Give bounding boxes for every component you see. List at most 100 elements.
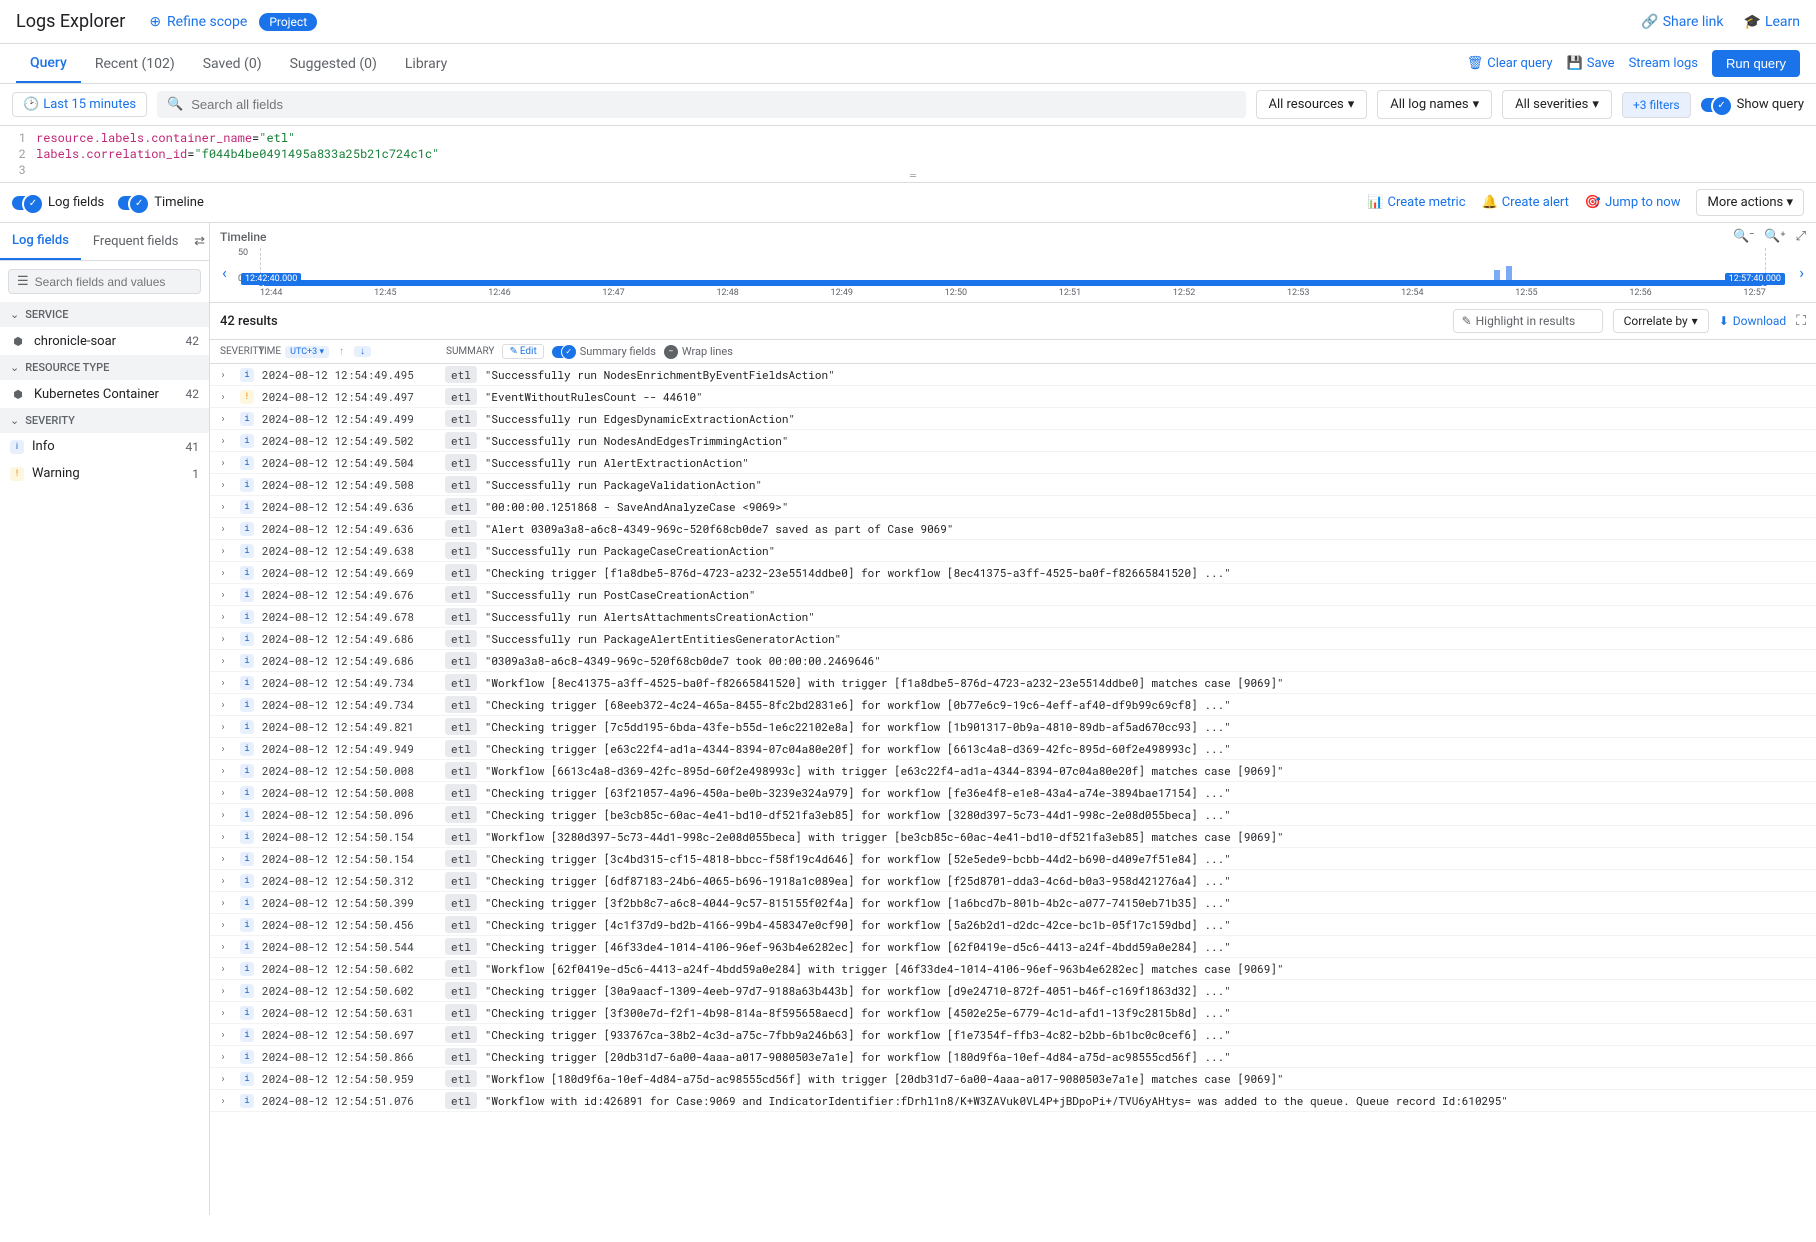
expand-row-icon[interactable]: ›	[220, 1006, 232, 1019]
zoom-in-icon[interactable]: 🔍⁺	[1764, 229, 1785, 244]
log-row[interactable]: ›i2024-08-12 12:54:50.008etl"Checking tr…	[210, 782, 1816, 804]
expand-row-icon[interactable]: ›	[220, 566, 232, 579]
time-range-picker[interactable]: 🕑 Last 15 minutes	[12, 92, 147, 117]
log-row[interactable]: ›i2024-08-12 12:54:50.154etl"Workflow [3…	[210, 826, 1816, 848]
create-alert-button[interactable]: 🔔Create alert	[1482, 195, 1569, 210]
expand-row-icon[interactable]: ›	[220, 1072, 232, 1085]
expand-row-icon[interactable]: ›	[220, 808, 232, 821]
log-row[interactable]: ›i2024-08-12 12:54:49.669etl"Checking tr…	[210, 562, 1816, 584]
highlight-input[interactable]: ✎Highlight in results	[1453, 309, 1603, 333]
expand-row-icon[interactable]: ›	[220, 500, 232, 513]
expand-row-icon[interactable]: ›	[220, 654, 232, 667]
log-row[interactable]: ›i2024-08-12 12:54:49.821etl"Checking tr…	[210, 716, 1816, 738]
filters-badge[interactable]: +3 filters	[1622, 92, 1691, 118]
expand-row-icon[interactable]: ›	[220, 610, 232, 623]
sort-asc-icon[interactable]: ↑	[333, 346, 350, 357]
resources-dropdown[interactable]: All resources▾	[1256, 90, 1368, 119]
expand-row-icon[interactable]: ›	[220, 830, 232, 843]
expand-row-icon[interactable]: ›	[220, 962, 232, 975]
create-metric-button[interactable]: 📊Create metric	[1367, 195, 1465, 210]
search-all-fields[interactable]: 🔍	[157, 91, 1245, 118]
log-row[interactable]: ›i2024-08-12 12:54:49.734etl"Workflow [8…	[210, 672, 1816, 694]
expand-row-icon[interactable]: ›	[220, 764, 232, 777]
log-row[interactable]: ›i2024-08-12 12:54:50.096etl"Checking tr…	[210, 804, 1816, 826]
log-row[interactable]: ›i2024-08-12 12:54:50.544etl"Checking tr…	[210, 936, 1816, 958]
expand-row-icon[interactable]: ›	[220, 1050, 232, 1063]
severities-dropdown[interactable]: All severities▾	[1502, 90, 1612, 119]
expand-row-icon[interactable]: ›	[220, 478, 232, 491]
sidebar-item[interactable]: ⬢Kubernetes Container42	[0, 380, 209, 408]
expand-row-icon[interactable]: ›	[220, 390, 232, 403]
log-row[interactable]: ›i2024-08-12 12:54:49.636etl"Alert 0309a…	[210, 518, 1816, 540]
correlate-dropdown[interactable]: Correlate by▾	[1613, 309, 1709, 333]
log-row[interactable]: ›i2024-08-12 12:54:50.312etl"Checking tr…	[210, 870, 1816, 892]
expand-row-icon[interactable]: ›	[220, 874, 232, 887]
log-row[interactable]: ›i2024-08-12 12:54:49.676etl"Successfull…	[210, 584, 1816, 606]
expand-row-icon[interactable]: ›	[220, 698, 232, 711]
share-link-button[interactable]: 🔗Share link	[1641, 14, 1723, 30]
expand-row-icon[interactable]: ›	[220, 434, 232, 447]
expand-row-icon[interactable]: ›	[220, 522, 232, 535]
log-row[interactable]: ›i2024-08-12 12:54:49.636etl"00:00:00.12…	[210, 496, 1816, 518]
save-button[interactable]: 💾Save	[1567, 56, 1615, 71]
stream-logs-button[interactable]: Stream logs	[1629, 56, 1698, 71]
timeline-chart[interactable]: ‹ › 50 0 12:42:40.000 12:57:40.000 12:44…	[240, 248, 1786, 298]
log-row[interactable]: ›i2024-08-12 12:54:50.959etl"Workflow [1…	[210, 1068, 1816, 1090]
timezone-badge[interactable]: UTC+3 ▾	[285, 346, 329, 358]
expand-row-icon[interactable]: ›	[220, 1028, 232, 1041]
expand-icon[interactable]: ⤢	[1796, 229, 1806, 244]
expand-row-icon[interactable]: ›	[220, 786, 232, 799]
log-row[interactable]: ›i2024-08-12 12:54:49.638etl"Successfull…	[210, 540, 1816, 562]
learn-button[interactable]: 🎓Learn	[1744, 14, 1801, 30]
expand-row-icon[interactable]: ›	[220, 588, 232, 601]
range-slider[interactable]	[261, 280, 1765, 286]
show-query-toggle[interactable]: Show query	[1701, 97, 1804, 112]
log-row[interactable]: ›i2024-08-12 12:54:50.399etl"Checking tr…	[210, 892, 1816, 914]
expand-row-icon[interactable]: ›	[220, 676, 232, 689]
log-row[interactable]: ›i2024-08-12 12:54:49.502etl"Successfull…	[210, 430, 1816, 452]
search-input[interactable]	[191, 97, 1235, 112]
log-row[interactable]: ›i2024-08-12 12:54:49.686etl"0309a3a8-a6…	[210, 650, 1816, 672]
expand-row-icon[interactable]: ›	[220, 544, 232, 557]
tab-query[interactable]: Query	[16, 45, 81, 83]
sidebar-search[interactable]: ☰	[8, 269, 201, 294]
download-button[interactable]: ⬇Download	[1719, 314, 1786, 328]
expand-row-icon[interactable]: ›	[220, 456, 232, 469]
log-row[interactable]: ›i2024-08-12 12:54:50.697etl"Checking tr…	[210, 1024, 1816, 1046]
timeline-toggle[interactable]: Timeline	[118, 195, 204, 210]
expand-row-icon[interactable]: ›	[220, 1094, 232, 1107]
sidebar-item[interactable]: ⬢chronicle-soar42	[0, 327, 209, 355]
refine-scope-button[interactable]: ⊕ Refine scope Project	[149, 13, 317, 31]
sidebar-section-header[interactable]: ⌄SEVERITY	[0, 408, 209, 433]
log-row[interactable]: ›i2024-08-12 12:54:49.508etl"Successfull…	[210, 474, 1816, 496]
sidebar-tab-frequent[interactable]: Frequent fields	[81, 224, 191, 259]
expand-row-icon[interactable]: ›	[220, 720, 232, 733]
chart-prev-button[interactable]: ‹	[222, 263, 227, 282]
log-row[interactable]: ›i2024-08-12 12:54:50.631etl"Checking tr…	[210, 1002, 1816, 1024]
summary-fields-toggle[interactable]: Summary fields	[552, 345, 656, 358]
log-row[interactable]: ›!2024-08-12 12:54:49.497etl"EventWithou…	[210, 386, 1816, 408]
log-row[interactable]: ›i2024-08-12 12:54:49.678etl"Successfull…	[210, 606, 1816, 628]
sidebar-tab-log-fields[interactable]: Log fields	[0, 223, 81, 260]
expand-row-icon[interactable]: ›	[220, 742, 232, 755]
run-query-button[interactable]: Run query	[1712, 50, 1800, 77]
expand-row-icon[interactable]: ›	[220, 940, 232, 953]
log-row[interactable]: ›i2024-08-12 12:54:50.866etl"Checking tr…	[210, 1046, 1816, 1068]
expand-row-icon[interactable]: ›	[220, 368, 232, 381]
log-row[interactable]: ›i2024-08-12 12:54:50.008etl"Workflow [6…	[210, 760, 1816, 782]
expand-row-icon[interactable]: ›	[220, 984, 232, 997]
resize-handle[interactable]: ═	[908, 167, 918, 184]
more-actions-dropdown[interactable]: More actions ▾	[1696, 189, 1804, 216]
expand-row-icon[interactable]: ›	[220, 412, 232, 425]
sort-desc-icon[interactable]: ↓	[354, 346, 371, 357]
fullscreen-icon[interactable]: ⛶	[1796, 313, 1806, 329]
tab-saved[interactable]: Saved (0)	[189, 46, 276, 82]
tab-recent[interactable]: Recent (102)	[81, 46, 189, 82]
wrap-lines-toggle[interactable]: −Wrap lines	[664, 345, 733, 359]
log-row[interactable]: ›i2024-08-12 12:54:50.602etl"Workflow [6…	[210, 958, 1816, 980]
sidebar-item[interactable]: !Warning1	[0, 460, 209, 487]
clear-query-button[interactable]: 🗑Clear query	[1467, 56, 1553, 71]
log-row[interactable]: ›i2024-08-12 12:54:50.602etl"Checking tr…	[210, 980, 1816, 1002]
log-fields-toggle[interactable]: Log fields	[12, 195, 104, 210]
expand-row-icon[interactable]: ›	[220, 852, 232, 865]
